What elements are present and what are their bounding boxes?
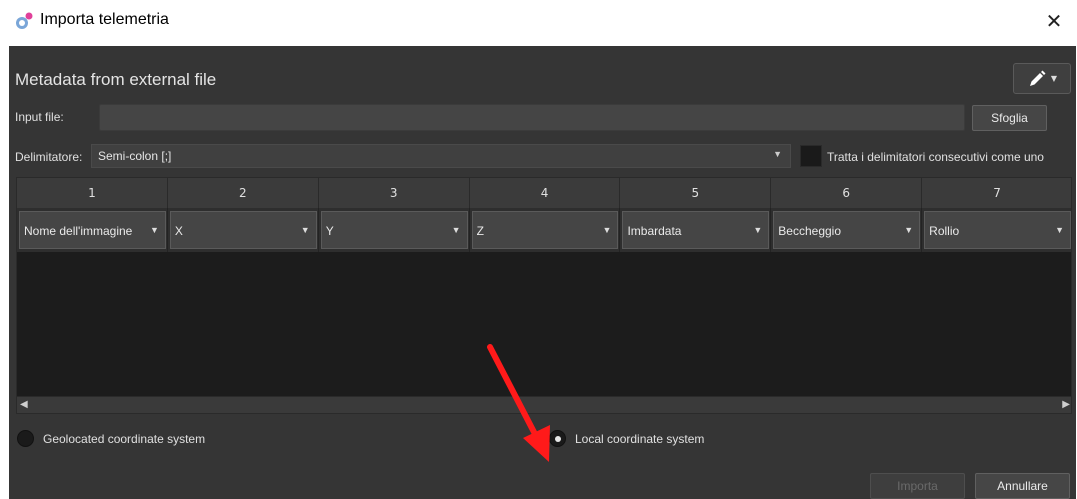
local-radio[interactable]	[549, 430, 566, 447]
close-button[interactable]: ✕	[1041, 8, 1067, 34]
field-select[interactable]: Beccheggio ▼	[773, 211, 921, 249]
field-select[interactable]: Y ▼	[320, 211, 468, 249]
scroll-left-icon[interactable]: ◀	[20, 399, 28, 410]
chevron-down-icon: ▼	[1055, 225, 1065, 235]
field-select[interactable]: Nome dell'immagine ▼	[19, 211, 166, 249]
field-select[interactable]: Z ▼	[471, 211, 619, 249]
column-header[interactable]: 7	[922, 178, 1071, 208]
field-select-value: Nome dell'immagine	[24, 224, 133, 238]
chevron-down-icon: ▼	[904, 225, 914, 235]
field-mapping-cell: Y ▼	[319, 208, 470, 252]
column-header[interactable]: 4	[470, 178, 621, 208]
app-icon	[16, 12, 33, 29]
title-bar: Importa telemetria ✕	[0, 0, 1077, 46]
field-mapping-cell: Z ▼	[470, 208, 621, 252]
field-mapping-cell: Rollio ▼	[922, 208, 1071, 252]
column-header[interactable]: 2	[168, 178, 319, 208]
field-select[interactable]: Rollio ▼	[924, 211, 1071, 249]
field-select-value: Imbardata	[627, 224, 682, 238]
input-file-field[interactable]	[99, 104, 965, 131]
field-mapping-cell: X ▼	[168, 208, 319, 252]
column-header[interactable]: 6	[771, 178, 923, 208]
consecutive-delimiters-label: Tratta i delimitatori consecutivi come u…	[827, 150, 1044, 164]
chevron-down-icon: ▼	[300, 225, 310, 235]
field-mapping-cell: Beccheggio ▼	[771, 208, 923, 252]
close-icon: ✕	[1045, 9, 1063, 33]
table-header-row: 1 2 3 4 5 6 7	[17, 178, 1071, 208]
cancel-button[interactable]: Annullare	[975, 473, 1070, 499]
scroll-right-icon[interactable]: ▶	[1062, 399, 1070, 410]
chevron-down-icon: ▼	[149, 225, 159, 235]
delimiter-value: Semi-colon [;]	[98, 149, 172, 163]
field-mapping-cell: Imbardata ▼	[620, 208, 772, 252]
field-mapping-row: Nome dell'immagine ▼ X ▼ Y ▼ Z ▼ Imbarda…	[17, 208, 1071, 252]
field-select-value: Z	[476, 224, 484, 238]
column-header[interactable]: 1	[17, 178, 168, 208]
browse-button[interactable]: Sfoglia	[972, 105, 1047, 131]
preview-table: 1 2 3 4 5 6 7 Nome dell'immagine ▼ X ▼ Y…	[16, 177, 1072, 414]
pencil-icon	[1029, 70, 1046, 86]
chevron-down-icon: ▼	[773, 149, 782, 159]
geolocated-label: Geolocated coordinate system	[43, 432, 206, 446]
field-select-value: Y	[325, 224, 334, 238]
local-label: Local coordinate system	[575, 432, 705, 446]
field-select[interactable]: X ▼	[169, 211, 317, 249]
field-select-value: Rollio	[929, 224, 960, 238]
field-select-value: Beccheggio	[778, 224, 842, 238]
consecutive-delimiters-checkbox[interactable]	[800, 145, 822, 167]
horizontal-scrollbar[interactable]: ◀ ▶	[17, 396, 1071, 413]
field-select[interactable]: Imbardata ▼	[622, 211, 770, 249]
section-title: Metadata from external file	[15, 70, 217, 89]
tools-menu-button[interactable]: ▼	[1013, 63, 1071, 94]
chevron-down-icon: ▼	[602, 225, 612, 235]
input-file-label: Input file:	[15, 110, 64, 124]
column-header[interactable]: 3	[319, 178, 470, 208]
delimiter-label: Delimitatore:	[15, 150, 83, 164]
geolocated-radio[interactable]	[17, 430, 34, 447]
chevron-down-icon: ▼	[1050, 74, 1058, 83]
chevron-down-icon: ▼	[451, 225, 461, 235]
import-button[interactable]: Importa	[870, 473, 965, 499]
dialog-body: Metadata from external file ▼ Input file…	[9, 46, 1076, 499]
delimiter-select[interactable]: Semi-colon [;] ▼	[91, 144, 791, 168]
field-mapping-cell: Nome dell'immagine ▼	[17, 208, 168, 252]
column-header[interactable]: 5	[620, 178, 772, 208]
field-select-value: X	[174, 224, 183, 238]
chevron-down-icon: ▼	[753, 225, 763, 235]
window-title: Importa telemetria	[40, 11, 169, 28]
